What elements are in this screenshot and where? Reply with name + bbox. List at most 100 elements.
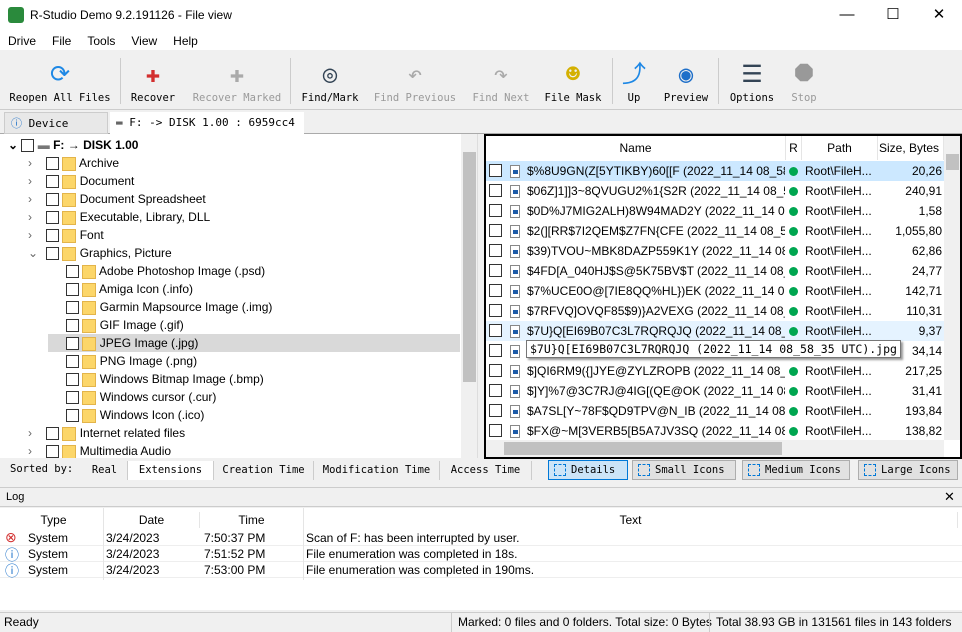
checkbox[interactable]	[489, 284, 502, 297]
sort-tab-access-time[interactable]: Access Time	[440, 461, 532, 480]
expand-icon[interactable]: ›	[28, 442, 46, 458]
up-button[interactable]: ⤴ Up	[614, 52, 654, 108]
expand-icon[interactable]: ›	[28, 172, 46, 190]
tab-disk[interactable]: ▬ F: -> DISK 1.00 : 6959cc4	[110, 112, 304, 134]
checkbox[interactable]	[46, 445, 59, 458]
view-details-button[interactable]: Details	[548, 460, 628, 480]
tree-item[interactable]: › Font	[28, 226, 104, 244]
checkbox[interactable]	[489, 224, 502, 237]
checkbox[interactable]	[66, 265, 79, 279]
file-row[interactable]: $7%UCE0O@[7IE8QQ%HL})EK (2022_11_14 08_5…	[486, 281, 944, 301]
checkbox[interactable]	[66, 283, 79, 297]
tree-item[interactable]: Adobe Photoshop Image (.psd)	[48, 262, 265, 280]
file-row[interactable]: $]QI6RM9({]JYE@ZYLZROPB (2022_11_14 08_5…	[486, 361, 944, 381]
file-row[interactable]: $FX@~M[3VERB5[B5A7JV3SQ (2022_11_14 08_5…	[486, 421, 944, 441]
checkbox[interactable]	[489, 244, 502, 257]
tree-item[interactable]: › Executable, Library, DLL	[28, 208, 210, 226]
file-row[interactable]: $4FD[A_040HJ$S@5K75BV$T (2022_11_14 08_5…	[486, 261, 944, 281]
tree-item[interactable]: Amiga Icon (.info)	[48, 280, 193, 298]
maximize-button[interactable]: ☐	[870, 0, 916, 32]
menu-drive[interactable]: Drive	[0, 32, 44, 50]
file-row[interactable]: $7U}Q[EI69B07C3L7RQRQJQ (2022_11_14 08_5…	[486, 321, 944, 341]
tree-item[interactable]: JPEG Image (.jpg)	[48, 334, 460, 352]
column-header-name[interactable]: Name	[486, 136, 786, 160]
sort-tab-modification-time[interactable]: Modification Time	[314, 461, 440, 480]
log-column-header[interactable]: Text	[304, 512, 958, 528]
expand-icon[interactable]: ›	[28, 424, 46, 442]
options-button[interactable]: ☰ Options	[724, 52, 780, 108]
tree-item[interactable]: › Multimedia Audio	[28, 442, 171, 458]
checkbox[interactable]	[46, 157, 59, 171]
checkbox[interactable]	[46, 193, 59, 207]
checkbox[interactable]	[489, 324, 502, 337]
log-column-header[interactable]: Time	[200, 512, 304, 528]
checkbox[interactable]	[66, 391, 79, 405]
column-header-size[interactable]: Size, Bytes	[878, 136, 944, 160]
checkbox[interactable]	[66, 319, 79, 333]
minimize-button[interactable]: —	[824, 0, 870, 32]
checkbox[interactable]	[489, 404, 502, 417]
log-row[interactable]: ⊗ System 3/24/2023 7:50:37 PM Scan of F: has…	[0, 529, 962, 546]
file-row[interactable]: $39)TVOU~MBK8DAZP559K1Y (2022_11_14 08_5…	[486, 241, 944, 261]
checkbox[interactable]	[66, 337, 79, 351]
checkbox[interactable]	[489, 344, 502, 357]
tree-item[interactable]: Windows Icon (.ico)	[48, 406, 204, 424]
checkbox[interactable]	[489, 164, 502, 177]
checkbox[interactable]	[489, 424, 502, 437]
recover-button[interactable]: ✚ Recover	[124, 52, 182, 108]
tree-item[interactable]: › Archive	[28, 154, 119, 172]
file-row[interactable]: $06Z]1]]3~8QVUGU2%1{S2R (2022_11_14 08_5…	[486, 181, 944, 201]
scroll-thumb[interactable]	[504, 442, 782, 455]
menu-tools[interactable]: Tools	[79, 32, 123, 50]
sort-tab-creation-time[interactable]: Creation Time	[214, 461, 314, 480]
expand-icon[interactable]: ›	[28, 190, 46, 208]
checkbox[interactable]	[66, 355, 79, 369]
view-large-icons-button[interactable]: Large Icons	[858, 460, 958, 480]
tree-item[interactable]: GIF Image (.gif)	[48, 316, 184, 334]
checkbox[interactable]	[66, 409, 79, 423]
list-vertical-scrollbar[interactable]	[944, 136, 960, 440]
checkbox[interactable]	[489, 204, 502, 217]
expand-icon[interactable]: ›	[28, 226, 46, 244]
find-next-button[interactable]: ↷ Find Next	[468, 52, 534, 108]
find-previous-button[interactable]: ↶ Find Previous	[372, 52, 458, 108]
tree-item[interactable]: Garmin Mapsource Image (.img)	[48, 298, 272, 316]
stop-button[interactable]: ⯃ Stop	[786, 52, 822, 108]
checkbox[interactable]	[66, 301, 79, 315]
recover-marked-button[interactable]: ✚ Recover Marked	[190, 52, 284, 108]
log-row[interactable]: ⓘ System 3/24/2023 7:53:00 PM File enumerati…	[0, 562, 962, 579]
file-row[interactable]: $A7SL[Y~78F$QD9TPV@N_IB (2022_11_14 08_5…	[486, 401, 944, 421]
view-small-icons-button[interactable]: Small Icons	[632, 460, 736, 480]
checkbox[interactable]	[46, 211, 59, 225]
checkbox[interactable]	[46, 427, 59, 441]
view-medium-icons-button[interactable]: Medium Icons	[742, 460, 850, 480]
checkbox[interactable]	[46, 175, 59, 189]
checkbox[interactable]	[489, 364, 502, 377]
log-row[interactable]: ⓘ System 3/24/2023 7:51:52 PM File enumerati…	[0, 546, 962, 563]
scroll-thumb[interactable]	[946, 154, 959, 170]
menu-view[interactable]: View	[123, 32, 165, 50]
checkbox[interactable]	[21, 139, 35, 153]
checkbox[interactable]	[489, 184, 502, 197]
tree-item[interactable]: Windows Bitmap Image (.bmp)	[48, 370, 264, 388]
checkbox[interactable]	[46, 247, 59, 261]
find-mark-button[interactable]: ◎ Find/Mark	[298, 52, 362, 108]
file-mask-button[interactable]: ☻ File Mask	[542, 52, 604, 108]
log-close-icon[interactable]: ✕	[944, 489, 955, 505]
preview-button[interactable]: ◉ Preview	[658, 52, 714, 108]
log-column-header[interactable]: Type	[4, 512, 104, 528]
file-row[interactable]: $%8U9GN(Z[5YTIKBY)60[[F (2022_11_14 08_5…	[486, 161, 944, 181]
collapse-icon[interactable]: ⌄	[28, 244, 46, 262]
column-header-r[interactable]: R	[786, 136, 802, 160]
column-header-path[interactable]: Path	[802, 136, 878, 160]
file-row[interactable]: $7RFVQ]OVQF85$9)}A2VEXG (2022_11_14 08_5…	[486, 301, 944, 321]
tab-device-view[interactable]: ⓘ Device view	[4, 112, 108, 152]
menu-help[interactable]: Help	[165, 32, 206, 50]
tree-item[interactable]: › Document	[28, 172, 134, 190]
sort-tab-extensions[interactable]: Extensions	[128, 461, 214, 480]
checkbox[interactable]	[46, 229, 59, 243]
menu-file[interactable]: File	[44, 32, 79, 50]
checkbox[interactable]	[489, 304, 502, 317]
tree-item[interactable]: PNG Image (.png)	[48, 352, 197, 370]
log-column-header[interactable]: Date	[104, 512, 200, 528]
